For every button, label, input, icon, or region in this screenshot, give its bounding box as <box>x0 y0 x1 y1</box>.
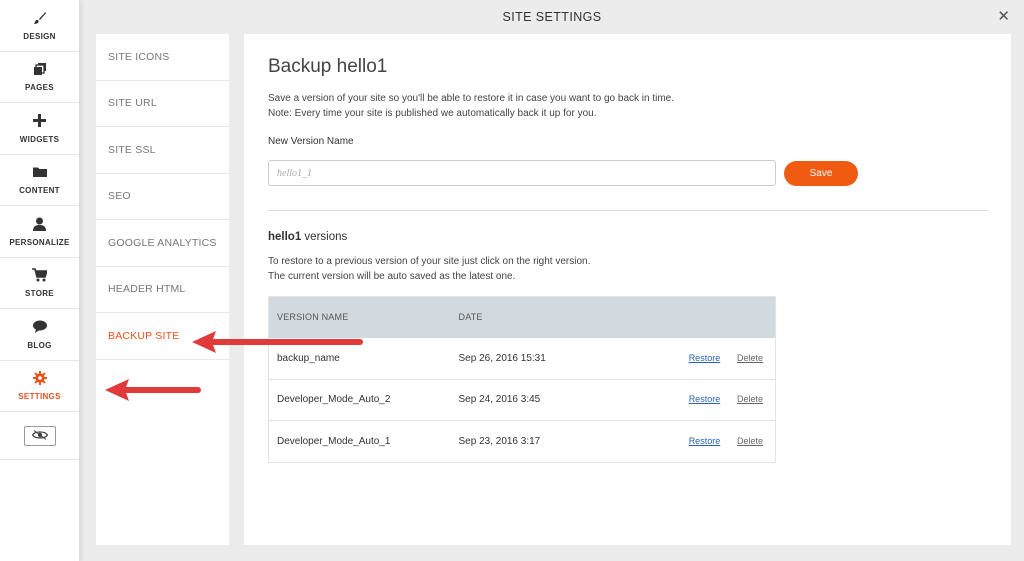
version-name-cell: Developer_Mode_Auto_1 <box>277 435 391 447</box>
column-header-actions <box>617 297 775 338</box>
cart-icon <box>32 267 48 283</box>
sidebar-item-widgets[interactable]: WIDGETS <box>0 103 79 155</box>
sidebar-item-blog[interactable]: BLOG <box>0 309 79 361</box>
versions-heading-suffix: versions <box>301 231 348 243</box>
table-row: Developer_Mode_Auto_1 Sep 23, 2016 3:17 … <box>268 421 776 463</box>
versions-table: VERSION NAME DATE backup_name Sep 26, 20… <box>268 296 776 463</box>
restore-link[interactable]: Restore <box>689 353 721 363</box>
page-title: SITE SETTINGS <box>502 10 602 24</box>
divider <box>268 210 988 211</box>
versions-site-name: hello1 <box>268 231 302 243</box>
version-name-input[interactable] <box>268 160 776 186</box>
preview-toggle[interactable] <box>0 412 79 460</box>
table-row: Developer_Mode_Auto_2 Sep 24, 2016 3:45 … <box>268 379 776 421</box>
close-icon[interactable]: ✕ <box>997 7 1010 25</box>
sidebar-item-content[interactable]: CONTENT <box>0 155 79 206</box>
nav-item-seo[interactable]: SEO <box>96 174 229 220</box>
nav-item-site-icons[interactable]: SITE ICONS <box>96 34 229 81</box>
description-line: Note: Every time your site is published … <box>268 107 597 119</box>
folder-icon <box>32 164 48 180</box>
nav-item-google-analytics[interactable]: GOOGLE ANALYTICS <box>96 220 229 267</box>
annotation-arrow-backup-site <box>192 331 363 353</box>
delete-link[interactable]: Delete <box>737 394 763 404</box>
sidebar-item-label: SETTINGS <box>18 392 61 402</box>
sidebar-item-label: WIDGETS <box>19 134 60 144</box>
actions-cell: Restore Delete <box>617 379 775 421</box>
sidebar-item-label: CONTENT <box>19 186 60 196</box>
sidebar-item-label: DESIGN <box>23 31 56 41</box>
sidebar-item-personalize[interactable]: PERSONALIZE <box>0 206 79 258</box>
pages-icon <box>32 61 48 77</box>
annotation-arrow-settings <box>105 379 201 401</box>
eye-icon <box>31 427 48 445</box>
brush-icon <box>32 10 48 26</box>
nav-item-site-ssl[interactable]: SITE SSL <box>96 127 229 174</box>
description-line: Save a version of your site so you'll be… <box>268 93 675 104</box>
sidebar-item-settings[interactable]: SETTINGS <box>0 361 79 412</box>
backup-panel: Backup hello1 Save a version of your sit… <box>244 34 1011 545</box>
nav-item-header-html[interactable]: HEADER HTML <box>96 267 229 313</box>
versions-description: To restore to a previous version of your… <box>268 255 987 284</box>
version-date-cell: Sep 24, 2016 3:45 <box>458 394 541 406</box>
description-line: To restore to a previous version of your… <box>268 256 591 267</box>
left-toolbar: DESIGN PAGES WIDGETS CONTENT PERSONALIZE… <box>0 0 80 561</box>
nav-item-site-url[interactable]: SITE URL <box>96 81 229 127</box>
versions-heading: hello1 versions <box>268 231 987 243</box>
settings-overlay: SITE SETTINGS ✕ SITE ICONS SITE URL SITE… <box>80 0 1024 561</box>
actions-cell: Restore Delete <box>617 338 775 380</box>
gear-icon <box>32 370 48 386</box>
user-icon <box>32 216 48 232</box>
sidebar-item-pages[interactable]: PAGES <box>0 52 79 103</box>
version-name-cell: Developer_Mode_Auto_2 <box>277 394 391 406</box>
delete-link[interactable]: Delete <box>737 436 763 446</box>
plus-icon <box>32 113 48 129</box>
delete-link[interactable]: Delete <box>737 353 763 363</box>
backup-title: Backup hello1 <box>268 56 388 77</box>
new-version-row: Save <box>268 160 987 186</box>
settings-nav: SITE ICONS SITE URL SITE SSL SEO GOOGLE … <box>96 34 229 545</box>
sidebar-item-label: PERSONALIZE <box>9 237 70 247</box>
sidebar-item-label: STORE <box>25 289 54 299</box>
restore-link[interactable]: Restore <box>689 394 721 404</box>
version-name-label: New Version Name <box>268 136 354 147</box>
description-line: The current version will be auto saved a… <box>268 270 516 282</box>
column-header-date: DATE <box>458 312 483 323</box>
settings-header: SITE SETTINGS ✕ <box>80 0 1024 34</box>
restore-link[interactable]: Restore <box>689 436 721 446</box>
preview-button[interactable] <box>23 425 56 446</box>
version-date-cell: Sep 23, 2016 3:17 <box>458 435 541 447</box>
backup-description: Save a version of your site so you'll be… <box>268 92 987 121</box>
chat-bubble-icon <box>32 319 48 335</box>
sidebar-item-design[interactable]: DESIGN <box>0 0 79 52</box>
save-button[interactable]: Save <box>784 160 858 186</box>
sidebar-item-store[interactable]: STORE <box>0 258 79 309</box>
version-date-cell: Sep 26, 2016 15:31 <box>458 352 546 364</box>
sidebar-item-label: BLOG <box>27 340 52 350</box>
actions-cell: Restore Delete <box>617 421 775 463</box>
sidebar-item-label: PAGES <box>25 83 54 93</box>
